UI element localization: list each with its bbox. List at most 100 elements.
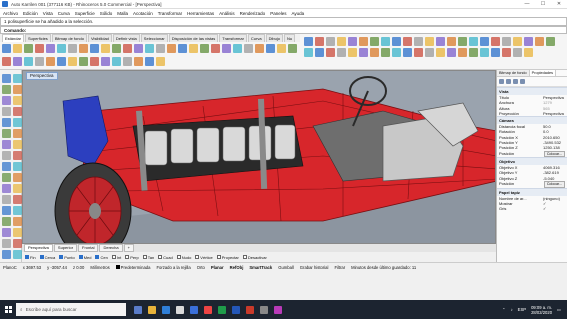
material-icon[interactable] [506, 79, 511, 84]
tool-icon[interactable] [167, 44, 176, 53]
tool-icon[interactable] [233, 44, 242, 53]
tool-icon[interactable] [57, 44, 66, 53]
tool-icon[interactable] [513, 37, 522, 46]
menu-superficie[interactable]: Superficie [75, 11, 95, 16]
tool-icon[interactable] [524, 37, 533, 46]
tool-icon[interactable] [2, 162, 11, 171]
start-button[interactable] [0, 300, 16, 319]
osnap-tan[interactable]: Tan [142, 255, 154, 260]
checkbox[interactable] [39, 255, 44, 259]
tool-icon[interactable] [13, 44, 22, 53]
tool-icon[interactable] [13, 239, 22, 248]
tool-icon[interactable] [13, 85, 22, 94]
menu-acotacion[interactable]: Acotación [133, 11, 153, 16]
tool-icon[interactable] [381, 48, 390, 57]
tool-icon[interactable] [13, 173, 22, 182]
toolbar-tab[interactable]: Seleccionar [140, 34, 168, 42]
tool-icon[interactable] [13, 250, 22, 259]
cplane-label[interactable]: PlanoC [3, 265, 17, 270]
close-button[interactable]: ✕ [551, 1, 567, 7]
texture-icon[interactable] [520, 79, 525, 84]
units-label[interactable]: Milímetros [90, 265, 109, 270]
tool-icon[interactable] [392, 48, 401, 57]
menu-curva[interactable]: Curva [58, 11, 70, 16]
section-wallpaper[interactable]: Papel tapiz [497, 187, 567, 196]
tool-icon[interactable] [2, 107, 11, 116]
tool-icon[interactable] [469, 48, 478, 57]
tool-icon[interactable] [277, 44, 286, 53]
tool-icon[interactable] [46, 56, 55, 66]
tool-icon[interactable] [392, 37, 401, 46]
tool-icon[interactable] [112, 56, 121, 66]
word-icon[interactable] [232, 305, 240, 314]
checkbox[interactable] [216, 255, 221, 259]
file-explorer-icon[interactable] [148, 305, 156, 314]
menu-renderizado[interactable]: Renderizado [240, 11, 266, 16]
menu-ayuda[interactable]: Ayuda [291, 11, 304, 16]
tool-icon[interactable] [469, 37, 478, 46]
tool-icon[interactable] [414, 37, 423, 46]
grid-snap-toggle[interactable]: Forzado a la rejilla [156, 265, 190, 270]
tool-icon[interactable] [24, 56, 33, 66]
gumball-toggle[interactable]: Gumball [278, 265, 294, 270]
tray-chevron-icon[interactable]: ⌃ [502, 307, 506, 312]
task-view-icon[interactable] [134, 305, 142, 314]
tool-icon[interactable] [436, 48, 445, 57]
checkbox[interactable] [59, 255, 64, 259]
osnap-toggle[interactable]: RefObj [230, 265, 244, 270]
tool-icon[interactable] [200, 44, 209, 53]
tool-icon[interactable] [403, 48, 412, 57]
osnap-desactivar[interactable]: Desactivar [242, 255, 267, 260]
checkbox[interactable] [125, 255, 130, 259]
tool-icon[interactable] [211, 44, 220, 53]
tool-icon[interactable] [189, 44, 198, 53]
volume-icon[interactable]: ♪ [511, 307, 513, 312]
tool-icon[interactable] [337, 48, 346, 57]
tool-icon[interactable] [13, 140, 22, 149]
tool-icon[interactable] [480, 48, 489, 57]
tool-icon[interactable] [101, 44, 110, 53]
tool-icon[interactable] [2, 129, 11, 138]
tool-icon[interactable] [2, 173, 11, 182]
tool-icon[interactable] [502, 48, 511, 57]
tool-icon[interactable] [145, 56, 154, 66]
checkbox[interactable] [25, 255, 29, 259]
osnap-proyectar[interactable]: Proyectar [216, 255, 239, 260]
tool-icon[interactable] [546, 37, 555, 46]
tool-icon[interactable] [2, 239, 11, 248]
tool-icon[interactable] [13, 228, 22, 237]
tool-icon[interactable] [13, 96, 22, 105]
tool-icon[interactable] [436, 37, 445, 46]
osnap-fin[interactable]: Fin [25, 255, 36, 260]
smarttrack-toggle[interactable]: SmartTrack [249, 265, 272, 270]
ortho-toggle[interactable]: Orto [197, 265, 205, 270]
tool-icon[interactable] [90, 44, 99, 53]
tool-icon[interactable] [2, 184, 11, 193]
osnap-vertice[interactable]: Vértice [195, 255, 213, 260]
object-icon[interactable] [499, 79, 504, 84]
tool-icon[interactable] [134, 56, 143, 66]
light-icon[interactable] [513, 79, 518, 84]
menu-archivo[interactable]: Archivo [3, 11, 18, 16]
tool-icon[interactable] [57, 56, 66, 66]
tool-icon[interactable] [348, 37, 357, 46]
checkbox[interactable] [78, 255, 83, 259]
tool-icon[interactable] [370, 48, 379, 57]
app-icon[interactable] [274, 305, 282, 314]
tool-icon[interactable] [222, 44, 231, 53]
menu-vista[interactable]: Vista [43, 11, 53, 16]
tool-icon[interactable] [13, 184, 22, 193]
checkbox[interactable] [111, 255, 116, 259]
tool-icon[interactable] [414, 48, 423, 57]
tool-icon[interactable] [2, 85, 11, 94]
tool-icon[interactable] [244, 44, 253, 53]
tool-icon[interactable] [24, 44, 33, 53]
tool-icon[interactable] [348, 48, 357, 57]
tool-icon[interactable] [13, 162, 22, 171]
tool-icon[interactable] [2, 250, 11, 259]
menu-paneles[interactable]: Paneles [270, 11, 286, 16]
panel-tab[interactable]: Bitmap de fondo [497, 70, 530, 76]
viewport-tab[interactable]: + [123, 244, 134, 252]
history-toggle[interactable]: Grabar historial [300, 265, 329, 270]
excel-icon[interactable] [218, 305, 226, 314]
